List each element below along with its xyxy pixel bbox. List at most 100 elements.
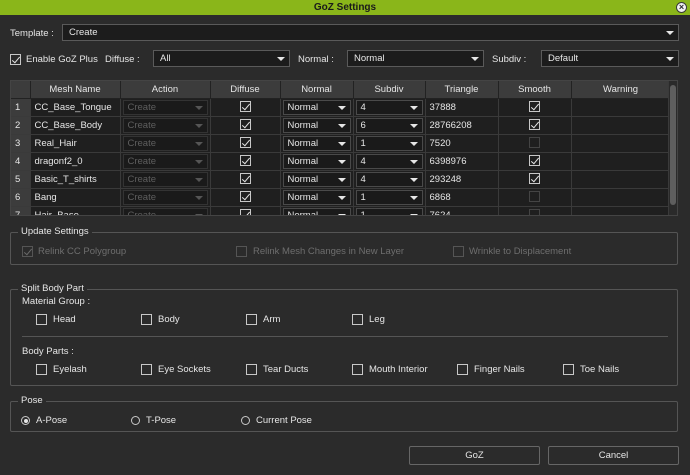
table-row[interactable]: 7 Hair_Base Create Normal 1 7624 [11, 206, 671, 215]
smooth-checkbox[interactable] [529, 137, 540, 149]
table-header[interactable]: Mesh Name [30, 81, 121, 99]
diffuse-checkbox[interactable] [239, 191, 251, 203]
normal-select[interactable]: Normal [282, 153, 351, 169]
triangle-count: 6868 [429, 191, 451, 203]
diffuse-checkbox[interactable] [239, 173, 251, 185]
triangle-count: 7520 [429, 137, 451, 149]
normal-value: Normal [287, 191, 319, 203]
smooth-cell [498, 116, 572, 135]
eyelash-checkbox[interactable] [36, 364, 47, 375]
table-header[interactable]: Diffuse [210, 81, 281, 99]
table-header-row: Mesh Name Action Diffuse Normal Subdiv T… [11, 81, 671, 99]
relink-mesh-changes-checkbox[interactable] [236, 246, 247, 257]
triangle-count: 28766208 [429, 119, 472, 131]
action-select[interactable]: Create [122, 207, 208, 215]
triangle-cell: 7520 [425, 134, 499, 153]
mesh-name-cell: Real_Hair [30, 134, 121, 153]
smooth-checkbox[interactable] [529, 209, 540, 215]
diffuse-select[interactable]: All [153, 50, 290, 67]
warning-cell [571, 116, 671, 135]
subdiv-select[interactable]: 4 [355, 171, 423, 187]
finger-nails-checkbox[interactable] [457, 364, 468, 375]
normal-select[interactable]: Normal [282, 135, 351, 151]
wrinkle-to-displacement-checkbox[interactable] [453, 246, 464, 257]
diffuse-checkbox[interactable] [239, 119, 251, 131]
table-row[interactable]: 4 dragonf2_0 Create Normal 4 6398976 [11, 152, 671, 171]
row-number-cell: 4 [11, 152, 31, 171]
close-icon[interactable]: × [676, 2, 687, 13]
diffuse-checkbox[interactable] [239, 101, 251, 113]
action-select[interactable]: Create [122, 171, 208, 187]
t-pose-radio[interactable] [131, 416, 140, 425]
action-select[interactable]: Create [122, 117, 208, 133]
subdiv-select[interactable]: Default [541, 50, 679, 67]
subdiv-select[interactable]: 4 [355, 99, 423, 115]
diffuse-checkbox[interactable] [239, 209, 251, 215]
action-select[interactable]: Create [122, 153, 208, 169]
normal-select[interactable]: Normal [282, 99, 351, 115]
a-pose-radio[interactable] [21, 416, 30, 425]
normal-select[interactable]: Normal [282, 171, 351, 187]
chevron-down-icon [277, 57, 285, 61]
smooth-checkbox[interactable] [529, 119, 540, 131]
diffuse-checkbox[interactable] [239, 155, 251, 167]
eye-sockets-checkbox[interactable] [141, 364, 152, 375]
cancel-button[interactable]: Cancel [548, 446, 679, 465]
normal-select[interactable]: Normal [282, 117, 351, 133]
mouth-interior-checkbox[interactable] [352, 364, 363, 375]
table-row[interactable]: 5 Basic_T_shirts Create Normal 4 293248 [11, 170, 671, 189]
table-header-corner [11, 81, 31, 99]
chevron-down-icon [194, 105, 203, 110]
smooth-checkbox[interactable] [529, 173, 540, 185]
normal-select[interactable]: Normal [282, 207, 351, 215]
row-number-cell: 3 [11, 134, 31, 153]
table-header[interactable]: Smooth [498, 81, 572, 99]
template-select[interactable]: Create [62, 24, 679, 41]
enable-goz-plus-checkbox[interactable] [10, 54, 21, 65]
triangle-count: 37888 [429, 101, 456, 113]
normal-select[interactable]: Normal [282, 189, 351, 205]
table-scrollbar[interactable] [668, 81, 677, 215]
action-select[interactable]: Create [122, 189, 208, 205]
chevron-down-icon [194, 195, 203, 200]
table-header[interactable]: Triangle [425, 81, 499, 99]
table-header[interactable]: Action [120, 81, 211, 99]
toe-nails-checkbox[interactable] [563, 364, 574, 375]
material-body-checkbox[interactable] [141, 314, 152, 325]
mesh-name-cell: Hair_Base [30, 206, 121, 215]
material-leg-checkbox[interactable] [352, 314, 363, 325]
tear-ducts-checkbox[interactable] [246, 364, 257, 375]
table-row[interactable]: 2 CC_Base_Body Create Normal 6 28766208 [11, 116, 671, 135]
material-head-checkbox[interactable] [36, 314, 47, 325]
smooth-checkbox[interactable] [529, 101, 540, 113]
material-arm-checkbox[interactable] [246, 314, 257, 325]
row-number: 3 [15, 137, 21, 149]
current-pose-radio[interactable] [241, 416, 250, 425]
subdiv-select[interactable]: 1 [355, 189, 423, 205]
subdiv-select[interactable]: 4 [355, 153, 423, 169]
normal-select[interactable]: Normal [347, 50, 484, 67]
table-row[interactable]: 3 Real_Hair Create Normal 1 7520 [11, 134, 671, 153]
table-row[interactable]: 1 CC_Base_Tongue Create Normal 4 37888 [11, 98, 671, 117]
table-header[interactable]: Subdiv [353, 81, 426, 99]
subdiv-select[interactable]: 6 [355, 117, 423, 133]
subdiv-select[interactable]: 1 [355, 135, 423, 151]
table-scrollbar-thumb[interactable] [670, 85, 676, 205]
goz-button[interactable]: GoZ [409, 446, 540, 465]
subdiv-select[interactable]: 1 [355, 207, 423, 215]
action-select[interactable]: Create [122, 99, 208, 115]
smooth-checkbox[interactable] [529, 191, 540, 203]
action-select[interactable]: Create [122, 135, 208, 151]
smooth-checkbox[interactable] [529, 155, 540, 167]
table-header[interactable]: Warning [571, 81, 671, 99]
warning-cell [571, 170, 671, 189]
table-header[interactable]: Normal [280, 81, 354, 99]
subdiv-value: 4 [360, 101, 366, 113]
normal-label: Normal : [298, 54, 334, 65]
chevron-down-icon [409, 141, 418, 146]
table-row[interactable]: 6 Bang Create Normal 1 6868 [11, 188, 671, 207]
chevron-down-icon [409, 159, 418, 164]
relink-cc-polygroup-checkbox[interactable] [22, 246, 33, 257]
normal-cell: Normal [280, 98, 354, 117]
diffuse-checkbox[interactable] [239, 137, 251, 149]
